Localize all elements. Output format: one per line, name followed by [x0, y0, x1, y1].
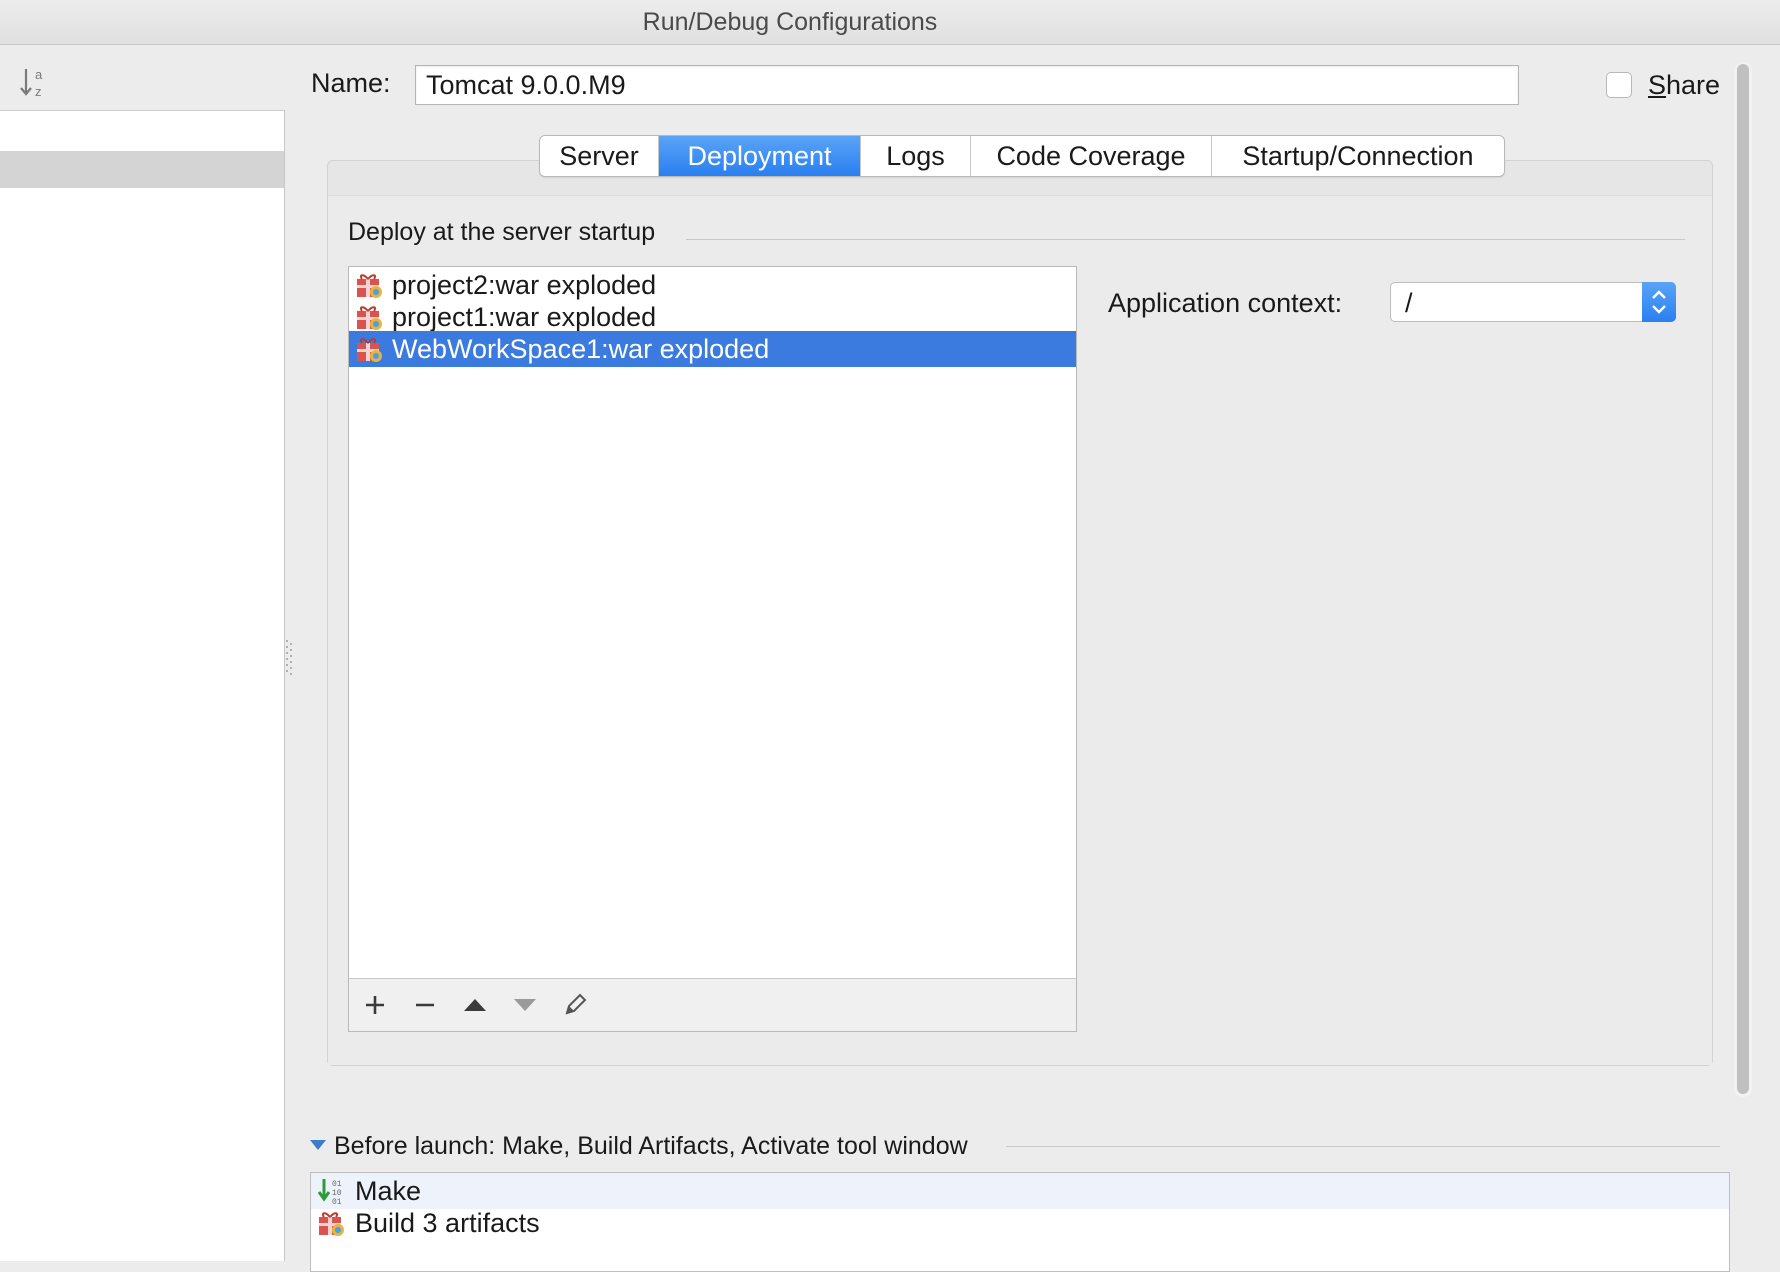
- svg-text:10: 10: [332, 1189, 342, 1198]
- list-item[interactable]: Build 3 artifacts: [311, 1205, 1729, 1241]
- list-item[interactable]: 01 10 01 Make: [311, 1173, 1729, 1209]
- scrollbar-thumb[interactable]: [1737, 64, 1749, 1094]
- share-label-mnemonic: S: [1648, 70, 1667, 100]
- splitter-handle[interactable]: [286, 640, 292, 676]
- tab-startup-connection[interactable]: Startup/Connection: [1212, 136, 1504, 176]
- application-context-value: /: [1405, 288, 1413, 318]
- configuration-tree[interactable]: [0, 110, 285, 1261]
- add-icon[interactable]: [361, 991, 389, 1019]
- section-divider: [1006, 1146, 1720, 1147]
- list-item-label: project2:war exploded: [392, 270, 657, 300]
- share-label-rest: hare: [1666, 70, 1721, 100]
- artifact-icon: [357, 338, 382, 362]
- artifact-icon: [319, 1212, 344, 1236]
- move-down-icon[interactable]: [511, 991, 539, 1019]
- before-launch-list[interactable]: 01 10 01 Make Build 3 artifacts: [310, 1172, 1730, 1272]
- before-launch-title[interactable]: Before launch: Make, Build Artifacts, Ac…: [334, 1132, 968, 1161]
- deploy-section-title: Deploy at the server startup: [348, 218, 656, 246]
- tab-bar: Server Deployment Logs Code Coverage Sta…: [539, 135, 1505, 177]
- configuration-tree-selected-row[interactable]: [0, 151, 284, 188]
- collapse-triangle-icon[interactable]: [310, 1140, 326, 1150]
- name-label: Name:: [311, 68, 391, 98]
- list-item-label: Make: [355, 1176, 422, 1206]
- window-title: Run/Debug Configurations: [642, 8, 938, 36]
- tab-server[interactable]: Server: [540, 136, 659, 176]
- window-titlebar: Run/Debug Configurations: [0, 0, 1780, 45]
- application-context-combobox[interactable]: /: [1390, 282, 1676, 322]
- svg-text:01: 01: [332, 1180, 342, 1189]
- deploy-list-toolbar: [349, 978, 1076, 1031]
- move-up-icon[interactable]: [461, 991, 489, 1019]
- svg-text:01: 01: [332, 1198, 342, 1205]
- share-label[interactable]: Share: [1648, 70, 1720, 101]
- name-field[interactable]: [415, 65, 1519, 105]
- sort-alpha-icon[interactable]: a z: [20, 65, 52, 101]
- list-item-label: WebWorkSpace1:war exploded: [392, 334, 770, 364]
- list-item[interactable]: project1:war exploded: [349, 299, 1076, 335]
- tab-code-coverage[interactable]: Code Coverage: [971, 136, 1212, 176]
- left-toolbar: a z: [0, 45, 284, 110]
- svg-text:z: z: [35, 84, 42, 99]
- tab-logs[interactable]: Logs: [861, 136, 971, 176]
- list-item[interactable]: project2:war exploded: [349, 267, 1076, 303]
- artifact-icon: [357, 274, 382, 298]
- share-checkbox[interactable]: [1606, 72, 1632, 98]
- artifact-icon: [357, 306, 382, 330]
- deploy-artifact-list[interactable]: project2:war exploded project1:war explo…: [348, 266, 1077, 1032]
- tab-deployment[interactable]: Deployment: [659, 136, 861, 176]
- list-item-label: project1:war exploded: [392, 302, 657, 332]
- section-divider: [686, 239, 1685, 240]
- application-context-label: Application context:: [1108, 288, 1343, 318]
- list-item-label: Build 3 artifacts: [355, 1208, 540, 1238]
- list-item-selected[interactable]: WebWorkSpace1:war exploded: [349, 331, 1076, 367]
- vertical-scrollbar[interactable]: [1734, 62, 1752, 1097]
- remove-icon[interactable]: [411, 991, 439, 1019]
- svg-text:a: a: [35, 67, 43, 82]
- combo-updown-icon[interactable]: [1642, 282, 1676, 322]
- edit-icon[interactable]: [561, 991, 589, 1019]
- make-icon: 01 10 01: [317, 1179, 342, 1205]
